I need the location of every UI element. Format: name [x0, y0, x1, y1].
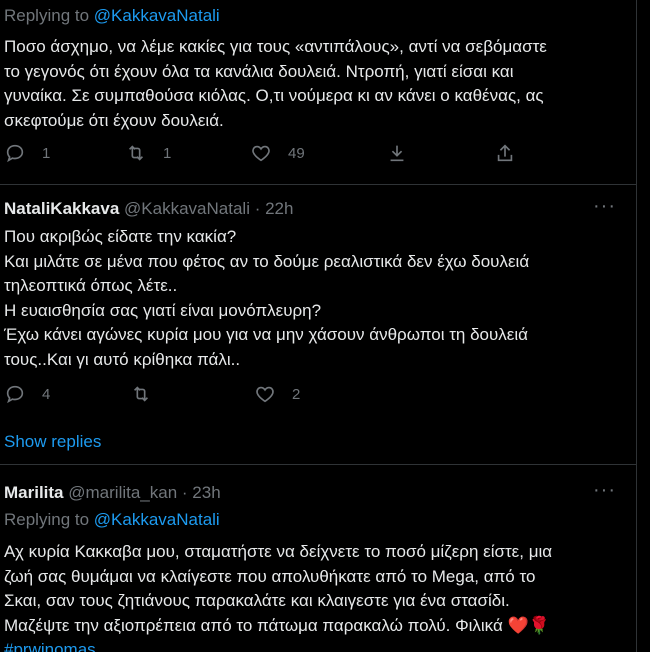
like-icon: [256, 386, 274, 403]
download-button[interactable]: [386, 142, 408, 164]
replying-to-handle-link[interactable]: @KakkavaNatali: [94, 6, 220, 25]
tweet-reply-2[interactable]: NataliKakkava @KakkavaNatali · 22h ··· Π…: [0, 185, 636, 420]
heart-emoji: ❤️: [507, 615, 529, 635]
tweet-header: NataliKakkava @KakkavaNatali · 22h: [4, 199, 293, 219]
share-icon: [497, 144, 513, 162]
reply-icon: [6, 144, 24, 163]
reply-icon: [6, 385, 24, 404]
author-name[interactable]: Marilita: [4, 483, 64, 502]
tweet-actions: 4 2: [0, 383, 600, 413]
like-count: 49: [288, 144, 305, 162]
replying-to-label: Replying to: [4, 510, 94, 529]
retweet-button[interactable]: 1: [125, 142, 171, 164]
share-button[interactable]: [494, 142, 516, 164]
tweet-header: Marilita @marilita_kan · 23h: [4, 483, 221, 503]
reply-count: 4: [42, 385, 51, 403]
separator-dot: ·: [249, 199, 266, 218]
tweet-actions: 1 1 49: [0, 142, 600, 172]
tweet-timestamp[interactable]: 22h: [265, 199, 293, 218]
like-button[interactable]: 49: [250, 142, 305, 164]
reply-count: 1: [42, 144, 51, 162]
rose-emoji: 🌹: [528, 615, 550, 635]
like-button[interactable]: 2: [254, 383, 300, 405]
author-handle[interactable]: @KakkavaNatali: [124, 199, 250, 218]
show-replies-link[interactable]: Show replies: [4, 432, 101, 452]
like-count: 2: [292, 385, 301, 403]
replying-to-label: Replying to: [4, 6, 94, 25]
timeline-column: Replying to @KakkavaNatali Ποσο άσχημο, …: [0, 0, 637, 652]
tweet-reply-1[interactable]: Replying to @KakkavaNatali Ποσο άσχημο, …: [0, 0, 636, 175]
retweet-icon: [128, 145, 144, 161]
reply-button[interactable]: 1: [4, 142, 50, 164]
more-options-icon[interactable]: ···: [593, 479, 616, 502]
download-icon: [390, 145, 404, 162]
tweet-timestamp[interactable]: 23h: [192, 483, 220, 502]
separator-dot: ·: [177, 483, 193, 502]
tweet-reply-3[interactable]: Marilita @marilita_kan · 23h ··· Replyin…: [0, 465, 636, 652]
tweet-text: Που ακριβώς είδατε την κακία? Και μιλάτε…: [4, 227, 530, 369]
replying-to: Replying to @KakkavaNatali: [4, 6, 220, 26]
retweet-button[interactable]: [130, 383, 168, 405]
like-icon: [252, 145, 270, 162]
tweet-body: Αχ κυρία Κακκαβα μου, σταματήστε να δείχ…: [4, 542, 553, 635]
tweet-text: Ποσο άσχημο, να λέμε κακίες για τους «αν…: [4, 37, 547, 130]
author-handle[interactable]: @marilita_kan: [68, 483, 177, 502]
hashtag-link[interactable]: #prwinomas: [4, 640, 96, 652]
retweet-icon: [133, 386, 149, 402]
replying-to: Replying to @KakkavaNatali: [4, 510, 220, 530]
author-name[interactable]: NataliKakkava: [4, 199, 119, 218]
reply-button[interactable]: 4: [4, 383, 50, 405]
replying-to-handle-link[interactable]: @KakkavaNatali: [94, 510, 220, 529]
tweet-text: Αχ κυρία Κακκαβα μου, σταματήστε να δείχ…: [4, 540, 624, 652]
retweet-count: 1: [163, 144, 172, 162]
more-options-icon[interactable]: ···: [593, 195, 616, 218]
